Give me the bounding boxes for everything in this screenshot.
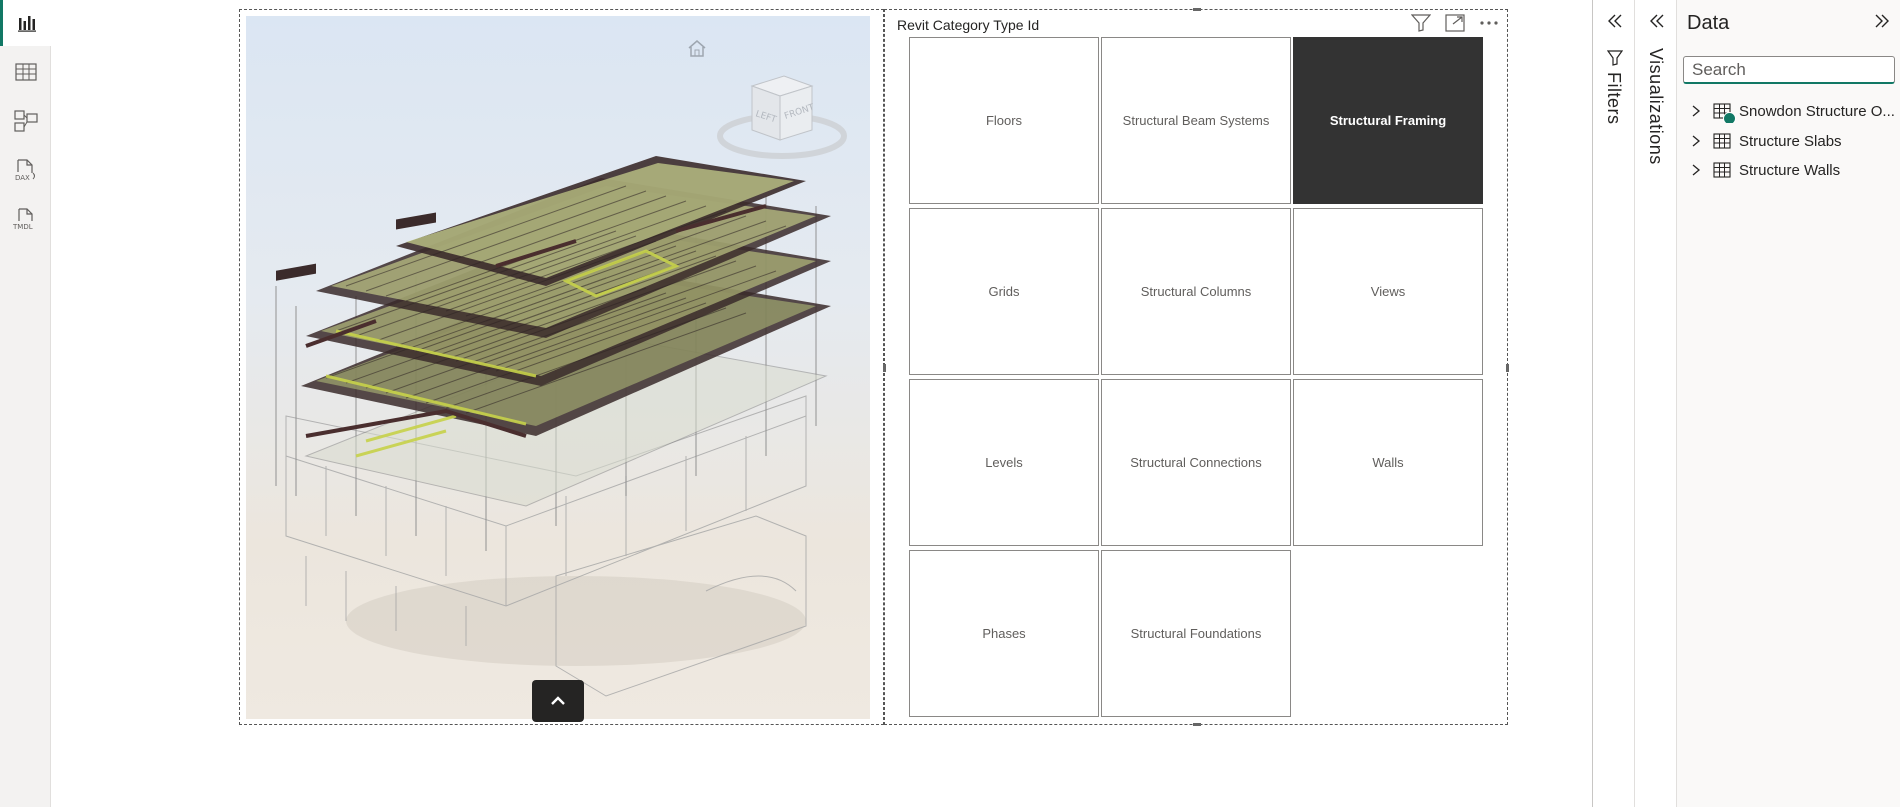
report-canvas: LEFT FRONT Revit Category Type Id Floors… bbox=[52, 0, 1592, 807]
tile-structural-foundations[interactable]: Structural Foundations bbox=[1101, 550, 1291, 717]
tile-walls[interactable]: Walls bbox=[1293, 379, 1483, 546]
tile-grids[interactable]: Grids bbox=[909, 208, 1099, 375]
resize-handle-bottom[interactable] bbox=[1193, 723, 1201, 726]
resize-handle-top[interactable] bbox=[1193, 8, 1201, 11]
chevron-right-icon[interactable] bbox=[1691, 164, 1709, 176]
tile-floors[interactable]: Floors bbox=[909, 37, 1099, 204]
report-view-button[interactable] bbox=[0, 0, 51, 46]
3d-model-viewer-visual[interactable]: LEFT FRONT bbox=[239, 9, 884, 725]
visualizations-pane-collapsed[interactable]: Visualizations bbox=[1634, 0, 1676, 807]
visual-header-toolbar bbox=[1411, 14, 1499, 32]
table-icon bbox=[1713, 103, 1736, 123]
more-options-icon[interactable] bbox=[1479, 20, 1499, 26]
tile-label: Views bbox=[1370, 284, 1406, 299]
expand-filters-icon[interactable] bbox=[1607, 14, 1623, 28]
tile-structural-framing[interactable]: Structural Framing bbox=[1293, 37, 1483, 204]
table-view-button[interactable] bbox=[0, 49, 51, 95]
tile-levels[interactable]: Levels bbox=[909, 379, 1099, 546]
tile-label: Walls bbox=[1372, 455, 1404, 470]
tmdl-icon: TMDL bbox=[13, 208, 33, 231]
tile-phases[interactable]: Phases bbox=[909, 550, 1099, 717]
table-icon bbox=[1713, 133, 1735, 149]
3d-model-viewport[interactable]: LEFT FRONT bbox=[246, 16, 870, 719]
model-view-button[interactable] bbox=[0, 98, 51, 144]
table-icon bbox=[14, 63, 37, 81]
tile-views[interactable]: Views bbox=[1293, 208, 1483, 375]
svg-text:DAX: DAX bbox=[15, 174, 30, 182]
filters-pane-collapsed[interactable]: Filters bbox=[1592, 0, 1634, 807]
tile-structural-columns[interactable]: Structural Columns bbox=[1101, 208, 1291, 375]
tile-label: Phases bbox=[982, 626, 1026, 641]
focus-mode-icon[interactable] bbox=[1445, 14, 1465, 32]
category-tile-slicer[interactable]: Revit Category Type Id Floors Structural… bbox=[883, 8, 1509, 726]
dax-icon: DAX bbox=[15, 159, 35, 182]
table-structure-slabs[interactable]: Structure Slabs bbox=[1691, 129, 1897, 153]
chevron-up-icon bbox=[551, 696, 565, 705]
table-label: Structure Slabs bbox=[1739, 132, 1842, 150]
filter-icon bbox=[1607, 50, 1623, 66]
table-snowdon-structure[interactable]: Snowdon Structure O... bbox=[1691, 99, 1897, 123]
svg-text:TMDL: TMDL bbox=[13, 223, 33, 231]
view-cube[interactable]: LEFT FRONT bbox=[712, 58, 852, 168]
home-icon[interactable] bbox=[686, 38, 708, 58]
slicer-title: Revit Category Type Id bbox=[897, 17, 1040, 33]
collapse-data-pane-icon[interactable] bbox=[1874, 14, 1890, 28]
tile-label: Structural Foundations bbox=[1130, 626, 1262, 641]
tile-label: Structural Framing bbox=[1329, 113, 1447, 128]
expand-toolbar-button[interactable] bbox=[532, 680, 584, 722]
chevron-right-icon[interactable] bbox=[1691, 135, 1709, 147]
power-bi-desktop-window: DAX TMDL LEFT FRONT Revit Category Type … bbox=[0, 0, 1900, 807]
dax-query-view-button[interactable]: DAX bbox=[0, 147, 51, 193]
tile-label: Structural Columns bbox=[1140, 284, 1252, 299]
data-pane: Data Snowdon Structure O... Structure Sl… bbox=[1676, 0, 1900, 807]
tmdl-view-button[interactable]: TMDL bbox=[0, 196, 51, 242]
table-label: Snowdon Structure O... bbox=[1739, 102, 1895, 120]
data-search-input[interactable] bbox=[1683, 56, 1895, 84]
table-icon bbox=[1713, 162, 1735, 178]
check-badge-icon bbox=[1723, 112, 1736, 123]
table-structure-walls[interactable]: Structure Walls bbox=[1691, 158, 1897, 182]
filter-icon[interactable] bbox=[1411, 14, 1431, 32]
visualizations-label: Visualizations bbox=[1646, 48, 1666, 165]
tile-structural-connections[interactable]: Structural Connections bbox=[1101, 379, 1291, 546]
tile-label: Structural Connections bbox=[1130, 455, 1262, 470]
resize-handle-right[interactable] bbox=[1506, 364, 1509, 372]
tile-label: Structural Beam Systems bbox=[1122, 113, 1270, 128]
resize-handle-left[interactable] bbox=[883, 364, 886, 372]
tile-structural-beam-systems[interactable]: Structural Beam Systems bbox=[1101, 37, 1291, 204]
filters-label: Filters bbox=[1604, 72, 1624, 125]
view-rail: DAX TMDL bbox=[0, 0, 51, 807]
tile-label: Levels bbox=[985, 455, 1023, 470]
model-icon bbox=[13, 110, 38, 132]
data-pane-title: Data bbox=[1687, 12, 1730, 34]
expand-visualizations-icon[interactable] bbox=[1649, 14, 1665, 28]
tile-label: Grids bbox=[988, 284, 1020, 299]
tile-label: Floors bbox=[985, 113, 1023, 128]
table-label: Structure Walls bbox=[1739, 161, 1841, 179]
chevron-right-icon[interactable] bbox=[1691, 105, 1709, 117]
bar-chart-icon bbox=[18, 16, 36, 32]
